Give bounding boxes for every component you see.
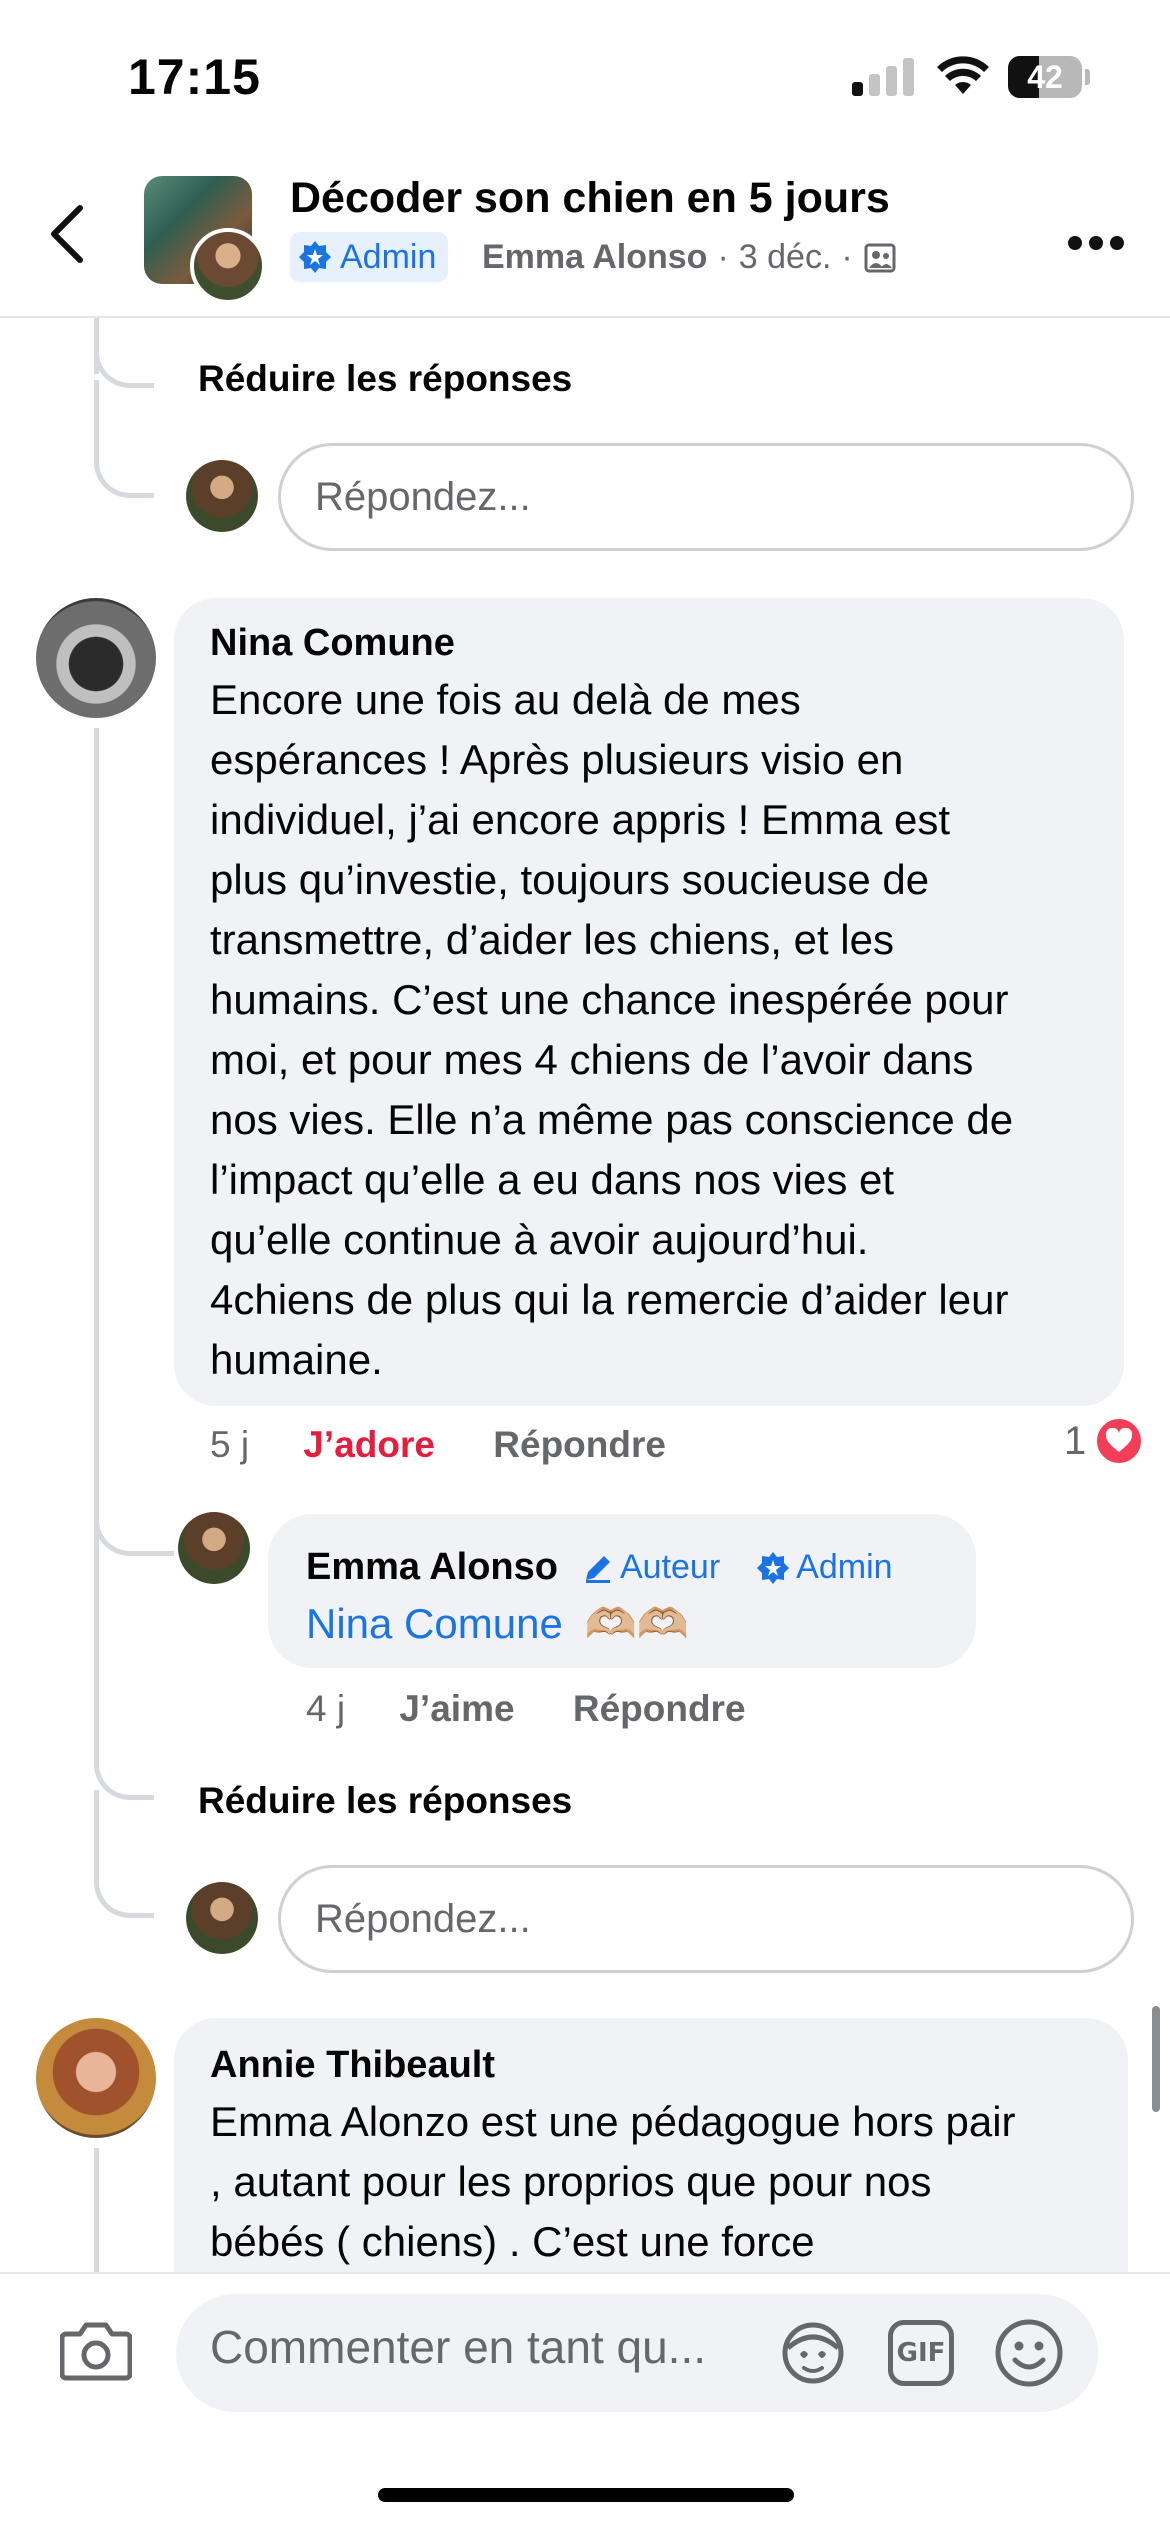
reply-button[interactable]: Répondre	[493, 1424, 666, 1465]
thread-connector	[94, 1790, 154, 1918]
comment-text: Emma Alonzo est une pédagogue hors pair …	[210, 2092, 1110, 2272]
gif-label: GIF	[896, 2338, 946, 2368]
comment-line: Encore une fois au delà de mes	[210, 676, 801, 723]
admin-label: Admin	[340, 237, 437, 276]
home-indicator[interactable]	[378, 2488, 794, 2502]
reply-author-avatar[interactable]	[178, 1512, 250, 1584]
commenter-avatar[interactable]	[36, 598, 156, 718]
admin-tag-label: Admin	[796, 1548, 893, 1586]
comment-text: Encore une fois au delà de mes espérance…	[210, 670, 1110, 1390]
author-tag-label: Auteur	[619, 1548, 721, 1586]
post-header: Décoder son chien en 5 jours Admin Emma …	[0, 150, 1170, 318]
my-avatar	[186, 1882, 258, 1954]
thread-connector	[94, 1470, 174, 1556]
heart-icon	[1094, 1416, 1145, 1466]
cellular-signal-icon	[852, 58, 916, 96]
commenter-avatar[interactable]	[36, 2018, 156, 2138]
comment-time: 5 j	[210, 1424, 250, 1465]
comment-line: moi, et pour mes 4 chiens de l’avoir dan…	[210, 1036, 974, 1083]
thread-connector	[94, 1700, 154, 1800]
emoji-icon[interactable]	[994, 2318, 1064, 2388]
comment-line: 4chiens de plus qui la remercie d’aider …	[210, 1276, 1009, 1323]
group-privacy-icon	[864, 243, 896, 272]
separator: ·	[717, 238, 729, 276]
collapse-replies-link[interactable]: Réduire les réponses	[198, 358, 572, 400]
camera-icon[interactable]	[60, 2318, 132, 2382]
my-avatar	[186, 460, 258, 532]
reply-author-name[interactable]: Emma Alonso	[306, 1546, 558, 1589]
status-time: 17:15	[128, 49, 261, 105]
scrollbar[interactable]	[1152, 2006, 1160, 2112]
comment-placeholder: Commenter en tant qu...	[210, 2321, 707, 2373]
reply-input[interactable]: Répondez...	[278, 1865, 1134, 1973]
edit-pencil-icon	[585, 1555, 610, 1583]
admin-badge: Admin	[290, 232, 449, 282]
reply-emoji: 🫶🏼🫶🏼	[584, 1600, 690, 1647]
comment-line: l’impact qu’elle a eu dans nos vies et	[210, 1156, 895, 1203]
comment-line: , autant pour les proprios que pour nos	[210, 2158, 932, 2205]
comment-line: transmettre, d’aider les chiens, et les	[210, 916, 894, 963]
gif-icon[interactable]: GIF	[888, 2320, 954, 2386]
comment-line: individuel, j’ai encore appris ! Emma es…	[210, 796, 951, 843]
comment-line: Emma Alonzo est une pédagogue hors pair	[210, 2098, 1016, 2145]
mention-link[interactable]: Nina Comune	[306, 1600, 563, 1647]
author-avatar[interactable]	[190, 228, 266, 304]
more-options-icon[interactable]	[1068, 236, 1124, 252]
reply-time: 4 j	[306, 1688, 346, 1729]
post-meta: Emma Alonso · 3 déc. ·	[482, 238, 897, 277]
comment-line: qu’elle continue à avoir aujourd’hui.	[210, 1216, 869, 1263]
post-date[interactable]: 3 déc.	[739, 238, 832, 277]
thread-line	[94, 2148, 99, 2272]
battery-icon: 42	[1008, 56, 1090, 98]
thread-line	[94, 728, 99, 1708]
wifi-icon	[937, 56, 989, 94]
commenter-name[interactable]: Annie Thibeault	[210, 2044, 495, 2087]
reply-author-row: Emma Alonso Auteur Admin	[306, 1546, 893, 1589]
post-author[interactable]: Emma Alonso	[482, 238, 707, 277]
admin-tag: Admin	[756, 1548, 893, 1587]
comment-line: humains. C’est une chance inespérée pour	[210, 976, 1009, 1023]
reply-button[interactable]: Répondre	[573, 1688, 746, 1729]
love-reaction-button[interactable]: J’adore	[303, 1424, 435, 1465]
comment-line: espérances ! Après plusieurs visio en	[210, 736, 904, 783]
battery-level: 42	[1027, 59, 1063, 95]
back-chevron-icon[interactable]	[44, 202, 94, 266]
reaction-summary[interactable]: 1	[1064, 1416, 1145, 1466]
reply-actions: 4 j J’aime Répondre	[306, 1688, 746, 1730]
reaction-count: 1	[1064, 1418, 1087, 1463]
separator: ·	[841, 238, 853, 276]
status-bar: 17:15 42	[0, 0, 1170, 150]
comment-line: bébés ( chiens) . C’est une force	[210, 2218, 815, 2265]
author-tag: Auteur	[582, 1548, 720, 1587]
reply-input[interactable]: Répondez...	[278, 443, 1134, 551]
comment-line: plus qu’investie, toujours soucieuse de	[210, 856, 930, 903]
thread-connector	[94, 380, 154, 498]
comment-line: humaine.	[210, 1336, 383, 1383]
admin-star-icon	[757, 1551, 790, 1584]
admin-star-icon	[299, 241, 331, 273]
commenter-name[interactable]: Nina Comune	[210, 622, 455, 665]
like-button[interactable]: J’aime	[399, 1688, 514, 1729]
comment-actions: 5 j J’adore Répondre	[210, 1424, 666, 1466]
thread-connector	[94, 318, 154, 388]
comment-line: nos vies. Elle n’a même pas conscience d…	[210, 1096, 1014, 1143]
reply-text: Nina Comune 🫶🏼🫶🏼	[306, 1594, 689, 1654]
collapse-replies-link[interactable]: Réduire les réponses	[198, 1780, 572, 1822]
group-title[interactable]: Décoder son chien en 5 jours	[290, 174, 890, 223]
avatar-sticker-icon[interactable]	[778, 2320, 848, 2386]
